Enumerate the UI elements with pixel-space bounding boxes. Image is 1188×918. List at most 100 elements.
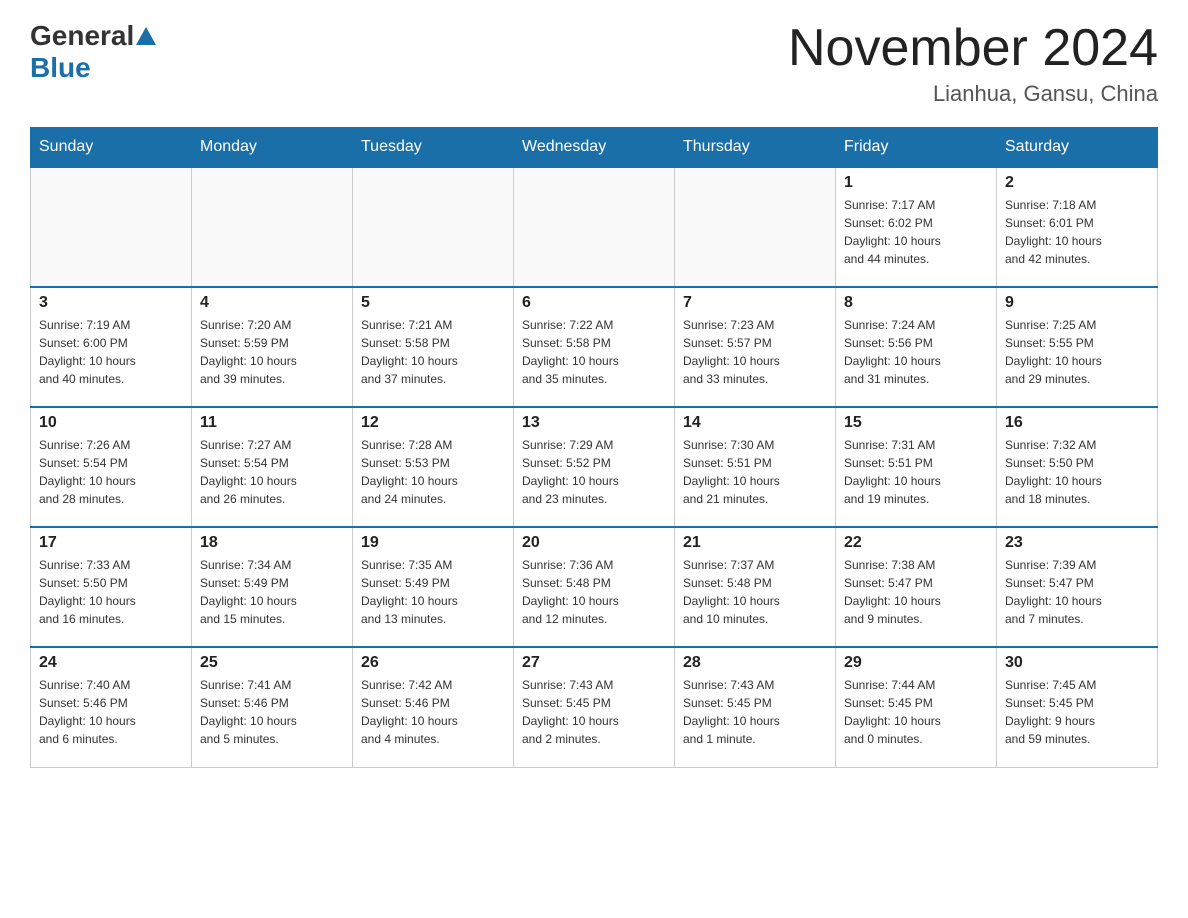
calendar-cell: 25 Sunrise: 7:41 AM Sunset: 5:46 PM Dayli… <box>192 647 353 767</box>
calendar-cell <box>353 167 514 287</box>
day-info: Sunrise: 7:40 AM Sunset: 5:46 PM Dayligh… <box>39 676 183 748</box>
calendar-cell: 6 Sunrise: 7:22 AM Sunset: 5:58 PM Daylig… <box>514 287 675 407</box>
calendar-cell: 8 Sunrise: 7:24 AM Sunset: 5:56 PM Daylig… <box>836 287 997 407</box>
day-number: 9 <box>1005 294 1149 312</box>
calendar-header-sunday: Sunday <box>31 128 192 168</box>
calendar-cell: 7 Sunrise: 7:23 AM Sunset: 5:57 PM Daylig… <box>675 287 836 407</box>
day-number: 28 <box>683 654 827 672</box>
calendar-cell <box>192 167 353 287</box>
calendar-cell: 14Sunrise: 7:30 AM Sunset: 5:51 PM Dayli… <box>675 407 836 527</box>
calendar-header-wednesday: Wednesday <box>514 128 675 168</box>
day-info: Sunrise: 7:25 AM Sunset: 5:55 PM Dayligh… <box>1005 316 1149 388</box>
calendar-cell: 1Sunrise: 7:17 AM Sunset: 6:02 PM Daylig… <box>836 167 997 287</box>
calendar-cell: 3 Sunrise: 7:19 AM Sunset: 6:00 PM Daylig… <box>31 287 192 407</box>
calendar-cell: 28 Sunrise: 7:43 AM Sunset: 5:45 PM Dayli… <box>675 647 836 767</box>
day-info: Sunrise: 7:23 AM Sunset: 5:57 PM Dayligh… <box>683 316 827 388</box>
day-info: Sunrise: 7:38 AM Sunset: 5:47 PM Dayligh… <box>844 556 988 628</box>
calendar-cell: 24 Sunrise: 7:40 AM Sunset: 5:46 PM Dayli… <box>31 647 192 767</box>
day-number: 12 <box>361 414 505 432</box>
calendar-header-friday: Friday <box>836 128 997 168</box>
calendar-cell: 16 Sunrise: 7:32 AM Sunset: 5:50 PM Dayli… <box>997 407 1158 527</box>
day-info: Sunrise: 7:33 AM Sunset: 5:50 PM Dayligh… <box>39 556 183 628</box>
day-info: Sunrise: 7:31 AM Sunset: 5:51 PM Dayligh… <box>844 436 988 508</box>
calendar-cell <box>31 167 192 287</box>
day-number: 24 <box>39 654 183 672</box>
title-section: November 2024 Lianhua, Gansu, China <box>788 20 1158 107</box>
day-number: 6 <box>522 294 666 312</box>
calendar-week-1: 1Sunrise: 7:17 AM Sunset: 6:02 PM Daylig… <box>31 167 1158 287</box>
day-number: 19 <box>361 534 505 552</box>
day-info: Sunrise: 7:22 AM Sunset: 5:58 PM Dayligh… <box>522 316 666 388</box>
day-number: 11 <box>200 414 344 432</box>
day-info: Sunrise: 7:41 AM Sunset: 5:46 PM Dayligh… <box>200 676 344 748</box>
day-number: 4 <box>200 294 344 312</box>
day-info: Sunrise: 7:43 AM Sunset: 5:45 PM Dayligh… <box>522 676 666 748</box>
calendar-header-tuesday: Tuesday <box>353 128 514 168</box>
month-title: November 2024 <box>788 20 1158 77</box>
logo-blue-text: Blue <box>30 52 91 83</box>
day-info: Sunrise: 7:44 AM Sunset: 5:45 PM Dayligh… <box>844 676 988 748</box>
calendar-cell: 21Sunrise: 7:37 AM Sunset: 5:48 PM Dayli… <box>675 527 836 647</box>
day-number: 7 <box>683 294 827 312</box>
day-number: 26 <box>361 654 505 672</box>
logo-triangle-icon <box>136 27 156 45</box>
calendar-cell: 15 Sunrise: 7:31 AM Sunset: 5:51 PM Dayli… <box>836 407 997 527</box>
logo: General Blue <box>30 20 158 84</box>
calendar-cell <box>514 167 675 287</box>
calendar-header-monday: Monday <box>192 128 353 168</box>
day-number: 27 <box>522 654 666 672</box>
calendar-header-row: SundayMondayTuesdayWednesdayThursdayFrid… <box>31 128 1158 168</box>
day-number: 3 <box>39 294 183 312</box>
day-info: Sunrise: 7:29 AM Sunset: 5:52 PM Dayligh… <box>522 436 666 508</box>
calendar-header-saturday: Saturday <box>997 128 1158 168</box>
calendar-table: SundayMondayTuesdayWednesdayThursdayFrid… <box>30 127 1158 768</box>
calendar-cell: 29 Sunrise: 7:44 AM Sunset: 5:45 PM Dayli… <box>836 647 997 767</box>
day-info: Sunrise: 7:39 AM Sunset: 5:47 PM Dayligh… <box>1005 556 1149 628</box>
calendar-cell: 17 Sunrise: 7:33 AM Sunset: 5:50 PM Dayli… <box>31 527 192 647</box>
day-info: Sunrise: 7:28 AM Sunset: 5:53 PM Dayligh… <box>361 436 505 508</box>
calendar-cell: 5Sunrise: 7:21 AM Sunset: 5:58 PM Daylig… <box>353 287 514 407</box>
calendar-cell: 20Sunrise: 7:36 AM Sunset: 5:48 PM Dayli… <box>514 527 675 647</box>
page-header: General Blue November 2024 Lianhua, Gans… <box>30 20 1158 107</box>
day-info: Sunrise: 7:21 AM Sunset: 5:58 PM Dayligh… <box>361 316 505 388</box>
calendar-cell: 26Sunrise: 7:42 AM Sunset: 5:46 PM Dayli… <box>353 647 514 767</box>
calendar-week-3: 10 Sunrise: 7:26 AM Sunset: 5:54 PM Dayli… <box>31 407 1158 527</box>
calendar-week-5: 24 Sunrise: 7:40 AM Sunset: 5:46 PM Dayli… <box>31 647 1158 767</box>
day-number: 15 <box>844 414 988 432</box>
day-info: Sunrise: 7:32 AM Sunset: 5:50 PM Dayligh… <box>1005 436 1149 508</box>
day-info: Sunrise: 7:34 AM Sunset: 5:49 PM Dayligh… <box>200 556 344 628</box>
day-info: Sunrise: 7:27 AM Sunset: 5:54 PM Dayligh… <box>200 436 344 508</box>
day-info: Sunrise: 7:24 AM Sunset: 5:56 PM Dayligh… <box>844 316 988 388</box>
day-number: 18 <box>200 534 344 552</box>
calendar-cell: 9 Sunrise: 7:25 AM Sunset: 5:55 PM Daylig… <box>997 287 1158 407</box>
day-info: Sunrise: 7:19 AM Sunset: 6:00 PM Dayligh… <box>39 316 183 388</box>
day-info: Sunrise: 7:17 AM Sunset: 6:02 PM Dayligh… <box>844 196 988 268</box>
day-info: Sunrise: 7:26 AM Sunset: 5:54 PM Dayligh… <box>39 436 183 508</box>
calendar-cell: 23 Sunrise: 7:39 AM Sunset: 5:47 PM Dayli… <box>997 527 1158 647</box>
calendar-cell <box>675 167 836 287</box>
day-number: 13 <box>522 414 666 432</box>
day-number: 25 <box>200 654 344 672</box>
calendar-cell: 19 Sunrise: 7:35 AM Sunset: 5:49 PM Dayli… <box>353 527 514 647</box>
day-info: Sunrise: 7:35 AM Sunset: 5:49 PM Dayligh… <box>361 556 505 628</box>
calendar-cell: 13 Sunrise: 7:29 AM Sunset: 5:52 PM Dayli… <box>514 407 675 527</box>
logo-general-text: General <box>30 20 134 52</box>
day-number: 21 <box>683 534 827 552</box>
day-number: 10 <box>39 414 183 432</box>
day-number: 22 <box>844 534 988 552</box>
day-info: Sunrise: 7:20 AM Sunset: 5:59 PM Dayligh… <box>200 316 344 388</box>
calendar-cell: 2Sunrise: 7:18 AM Sunset: 6:01 PM Daylig… <box>997 167 1158 287</box>
day-number: 29 <box>844 654 988 672</box>
day-number: 8 <box>844 294 988 312</box>
calendar-week-4: 17 Sunrise: 7:33 AM Sunset: 5:50 PM Dayli… <box>31 527 1158 647</box>
day-info: Sunrise: 7:43 AM Sunset: 5:45 PM Dayligh… <box>683 676 827 748</box>
day-number: 30 <box>1005 654 1149 672</box>
calendar-cell: 27 Sunrise: 7:43 AM Sunset: 5:45 PM Dayli… <box>514 647 675 767</box>
day-number: 23 <box>1005 534 1149 552</box>
location-title: Lianhua, Gansu, China <box>788 81 1158 107</box>
calendar-cell: 10 Sunrise: 7:26 AM Sunset: 5:54 PM Dayli… <box>31 407 192 527</box>
day-info: Sunrise: 7:30 AM Sunset: 5:51 PM Dayligh… <box>683 436 827 508</box>
calendar-cell: 22 Sunrise: 7:38 AM Sunset: 5:47 PM Dayli… <box>836 527 997 647</box>
day-number: 17 <box>39 534 183 552</box>
day-number: 16 <box>1005 414 1149 432</box>
